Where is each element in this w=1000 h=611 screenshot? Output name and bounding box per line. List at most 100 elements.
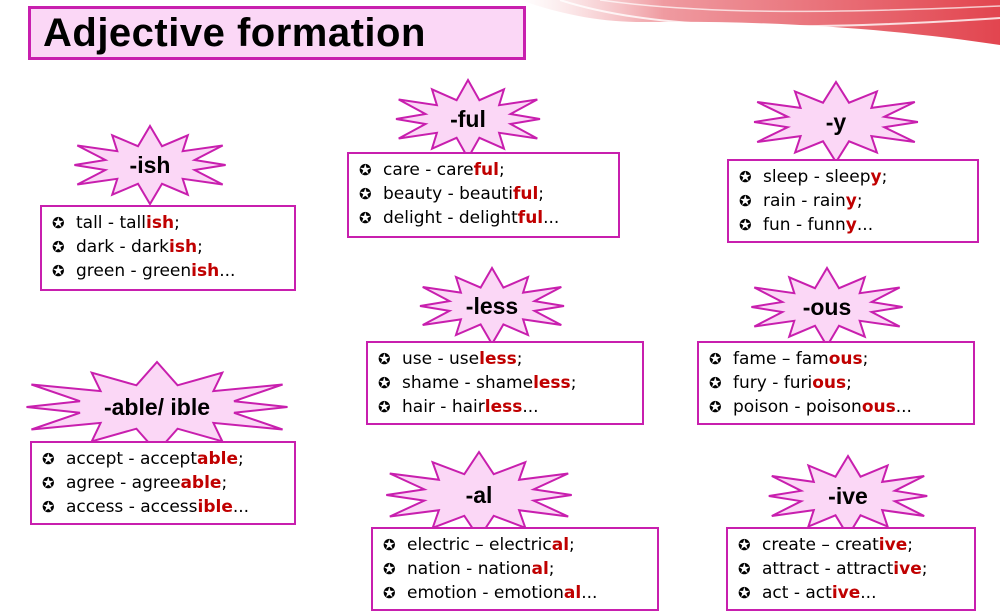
example-text: attract - attract xyxy=(762,559,894,579)
example-text: care - care xyxy=(383,160,474,180)
examples-box-al: ✪ electric – electrical; ✪ nation - nationa… xyxy=(371,527,659,611)
suffix-label: -al xyxy=(465,481,493,508)
example-text: emotion - emotion xyxy=(407,583,564,603)
example-item: ✪ attract - attractive; xyxy=(738,557,974,581)
example-punctuation: ; xyxy=(570,373,577,393)
example-item: ✪ fury - furious; xyxy=(709,371,973,395)
example-item: ✪ nation - national; xyxy=(383,557,657,581)
suffix-highlight: ful xyxy=(517,208,544,228)
page-title: Adjective formation xyxy=(43,10,426,55)
example-item: ✪ hair - hairless... xyxy=(378,395,642,419)
star-bullet-icon: ✪ xyxy=(52,262,65,280)
suffix-burst-ful: -ful xyxy=(388,77,548,161)
suffix-highlight: al xyxy=(531,559,549,579)
star-bullet-icon: ✪ xyxy=(52,238,65,256)
star-bullet-icon: ✪ xyxy=(738,560,751,578)
suffix-highlight: ous xyxy=(828,349,863,369)
example-punctuation: ; xyxy=(846,373,852,393)
example-item: ✪ act - active... xyxy=(738,581,974,605)
example-text: beauty - beauti xyxy=(383,184,513,204)
example-item: ✪ access - accessible... xyxy=(42,495,294,519)
suffix-burst-able-ible: -able/ ible xyxy=(12,360,302,454)
example-item: ✪ fun - funny... xyxy=(739,213,977,237)
suffix-highlight: ish xyxy=(191,261,220,281)
star-bullet-icon: ✪ xyxy=(359,161,372,179)
example-punctuation: ; xyxy=(921,559,928,579)
example-item: ✪ electric – electrical; xyxy=(383,533,657,557)
example-text: fury - furi xyxy=(733,373,813,393)
suffix-label: -able/ ible xyxy=(103,393,211,420)
example-punctuation: ; xyxy=(174,213,180,233)
examples-box-ous: ✪ fame – famous; ✪ fury - furious; ✪ poison -… xyxy=(697,341,975,425)
suffix-highlight: ous xyxy=(812,373,847,393)
suffix-highlight: able xyxy=(197,449,238,469)
example-punctuation: ... xyxy=(895,397,912,417)
example-punctuation: ; xyxy=(516,349,523,369)
suffix-highlight: able xyxy=(180,473,222,493)
star-bullet-icon: ✪ xyxy=(383,560,396,578)
example-item: ✪ accept - acceptable; xyxy=(42,447,294,471)
example-text: fun - funn xyxy=(763,215,846,235)
example-item: ✪ use - useless; xyxy=(378,347,642,371)
star-bullet-icon: ✪ xyxy=(738,584,751,602)
examples-box-ful: ✪ care - care ful; ✪ beauty - beautiful; ✪ del… xyxy=(347,152,620,238)
example-punctuation: ... xyxy=(522,397,539,417)
example-item: ✪ shame - shameless; xyxy=(378,371,642,395)
suffix-burst-ous: -ous xyxy=(743,266,911,348)
star-bullet-icon: ✪ xyxy=(709,374,722,392)
example-punctuation: ; xyxy=(548,559,555,579)
example-punctuation: ; xyxy=(881,167,888,187)
examples-box-less: ✪ use - useless; ✪ shame - shameless; ✪ hair … xyxy=(366,341,644,425)
suffix-highlight: al xyxy=(563,583,582,603)
examples-box-able-ible: ✪ accept - acceptable; ✪ agree - agreeable;… xyxy=(30,441,296,525)
example-text: electric – electric xyxy=(407,535,552,555)
example-item: ✪ fame – famous; xyxy=(709,347,973,371)
star-bullet-icon: ✪ xyxy=(52,214,65,232)
suffix-highlight: less xyxy=(484,397,523,417)
suffix-label: -y xyxy=(825,108,847,135)
star-bullet-icon: ✪ xyxy=(738,536,751,554)
suffix-highlight: ish xyxy=(169,237,198,257)
suffix-highlight: ive xyxy=(893,559,922,579)
example-text: access - access xyxy=(66,497,198,517)
example-punctuation: ... xyxy=(543,208,560,228)
title-banner: Adjective formation xyxy=(28,6,526,60)
suffix-highlight: al xyxy=(551,535,570,555)
suffix-highlight: y xyxy=(845,191,857,211)
examples-box-ive: ✪ create – creative; ✪ attract - attractive… xyxy=(726,527,976,611)
example-text: hair - hair xyxy=(402,397,485,417)
example-punctuation: ; xyxy=(856,191,863,211)
example-text: fame – fam xyxy=(733,349,829,369)
example-item: ✪ rain - rainy; xyxy=(739,189,977,213)
suffix-highlight: y xyxy=(870,167,882,187)
example-punctuation: ; xyxy=(197,237,203,257)
star-bullet-icon: ✪ xyxy=(42,498,55,516)
star-bullet-icon: ✪ xyxy=(42,450,55,468)
example-text: nation - nation xyxy=(407,559,532,579)
suffix-label: -ful xyxy=(450,105,486,132)
example-item: ✪ green - greenish... xyxy=(52,259,294,283)
example-item: ✪ poison - poisonous... xyxy=(709,395,973,419)
example-punctuation: ; xyxy=(907,535,913,555)
example-item: ✪ beauty - beautiful; xyxy=(359,182,618,206)
suffix-highlight: ive xyxy=(831,583,861,603)
suffix-highlight: ible xyxy=(197,497,233,517)
suffix-burst-less: -less xyxy=(412,266,572,346)
example-punctuation: ; xyxy=(569,535,575,555)
example-text: sleep - sleep xyxy=(763,167,871,187)
suffix-burst-al: -al xyxy=(376,450,582,540)
example-punctuation: ... xyxy=(232,497,250,517)
suffix-highlight: y xyxy=(845,215,857,235)
examples-box-ish: ✪ tall - tallish; ✪ dark - darkish; ✪ green -… xyxy=(40,205,296,291)
example-text: poison - poison xyxy=(733,397,862,417)
star-bullet-icon: ✪ xyxy=(739,168,752,186)
example-punctuation: ; xyxy=(221,473,228,493)
example-punctuation: ; xyxy=(498,160,505,180)
example-punctuation: ; xyxy=(862,349,869,369)
star-bullet-icon: ✪ xyxy=(378,374,391,392)
example-item: ✪ create – creative; xyxy=(738,533,974,557)
example-punctuation: ... xyxy=(856,215,874,235)
star-bullet-icon: ✪ xyxy=(359,209,372,227)
star-bullet-icon: ✪ xyxy=(383,536,396,554)
example-text: delight - delight xyxy=(383,208,518,228)
